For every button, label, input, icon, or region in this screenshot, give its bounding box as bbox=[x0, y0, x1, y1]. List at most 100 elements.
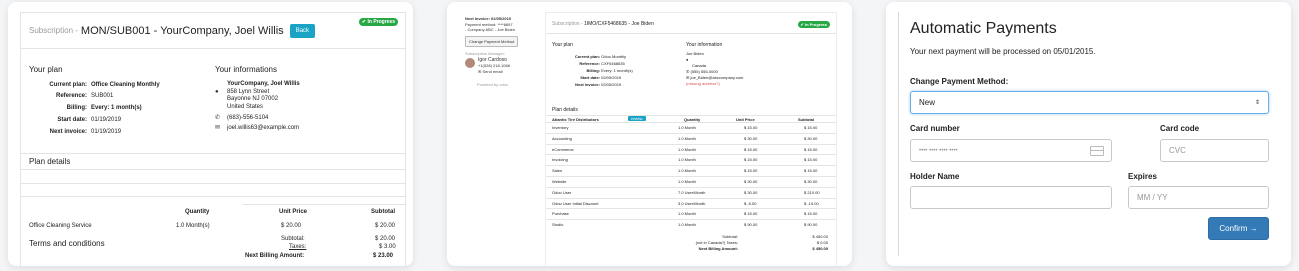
terms-heading: Terms and conditions bbox=[29, 239, 105, 248]
customer-info: YourCompany, Joel Willis ● 858 Lynn Stree… bbox=[215, 81, 300, 131]
table-cell: $ 90.00 bbox=[744, 222, 758, 228]
card-number-input[interactable]: •••• •••• •••• •••• bbox=[910, 139, 1112, 162]
totals-value: $ 450.00 bbox=[812, 234, 828, 239]
info-heading: Your information bbox=[686, 42, 723, 48]
credit-card-icon bbox=[1090, 146, 1104, 156]
card-number-placeholder: •••• •••• •••• •••• bbox=[919, 147, 958, 154]
subscription-card-2: Next Invoice: 02/05/2019 Payment method:… bbox=[447, 2, 852, 266]
table-cell: $ 15.00 bbox=[744, 157, 758, 163]
subscription-card-1: Subscription - MON/SUB001 - YourCompany,… bbox=[8, 2, 413, 266]
divider bbox=[898, 12, 899, 256]
divider bbox=[243, 204, 405, 205]
table-cell: 7.0 User/Month bbox=[678, 189, 706, 195]
customer-info: Joe Biden ● Canada ✆ (555) 555-0000 ✉ jo… bbox=[686, 51, 744, 86]
table-cell: 1.0 Month bbox=[678, 222, 696, 228]
table-cell: $ 30.00 bbox=[744, 189, 758, 195]
plan-details-heading: Plan details bbox=[29, 157, 71, 166]
holder-name-label: Holder Name bbox=[910, 172, 960, 181]
divider bbox=[21, 153, 405, 154]
avatar bbox=[465, 57, 475, 68]
review-button[interactable]: review bbox=[628, 116, 646, 121]
subscription-prefix: Subscription - bbox=[552, 21, 583, 27]
email-link[interactable]: joel.willis63@example.com bbox=[223, 125, 299, 131]
table-cell: 3.0 User/Month bbox=[678, 200, 706, 206]
divider bbox=[21, 196, 405, 197]
card-number-label: Card number bbox=[910, 124, 960, 133]
table-cell: 1.0 Month bbox=[678, 135, 696, 141]
missing-address-warning: (missing address?) bbox=[686, 81, 720, 86]
table-cell: Inventory bbox=[552, 125, 569, 130]
back-button[interactable]: Back bbox=[289, 23, 316, 38]
card-code-input[interactable]: CVC bbox=[1160, 139, 1269, 162]
map-marker-icon: ● bbox=[686, 57, 689, 62]
holder-name-input[interactable] bbox=[910, 186, 1112, 209]
table-cell: $ -5.00 bbox=[744, 200, 757, 206]
divider bbox=[546, 176, 836, 177]
table-cell: $ 15.00 bbox=[804, 157, 818, 163]
totals-value: $ 0.00 bbox=[816, 240, 828, 245]
subscription-main: Subscription - 1IMO/CXF5468635 - Joe Bid… bbox=[545, 12, 837, 266]
payment-method-select[interactable]: New ⇕ bbox=[910, 91, 1269, 114]
change-payment-method-button[interactable]: Change Payment Method bbox=[465, 35, 519, 47]
divider bbox=[546, 197, 836, 199]
plan-row: Current plan: Office Cleaning Monthly bbox=[49, 82, 160, 88]
subscription-sidebar: Next Invoice: 02/05/2019 Payment method:… bbox=[465, 16, 551, 88]
table-cell: $ 30.00 bbox=[804, 179, 818, 184]
table-cell: eCommerce bbox=[552, 146, 574, 152]
divider bbox=[546, 143, 836, 145]
expires-placeholder: MM / YY bbox=[1137, 193, 1168, 202]
confirm-button[interactable]: Confirm → bbox=[1208, 217, 1269, 240]
powered-by: Powered by odoo bbox=[477, 82, 509, 87]
chevron-updown-icon: ⇕ bbox=[1254, 100, 1260, 106]
info-heading: Your informations bbox=[215, 65, 277, 74]
plan-row: Next invoice: 01/19/2019 bbox=[49, 129, 122, 135]
customer-name: YourCompany, Joel Willis bbox=[227, 81, 300, 87]
table-cell: $ 90.00 bbox=[804, 222, 818, 228]
table-cell: 1.0 Month bbox=[678, 125, 696, 130]
expires-label: Expires bbox=[1128, 172, 1157, 181]
subscription-title: MON/SUB001 - YourCompany, Joel Willis bbox=[80, 24, 284, 37]
divider bbox=[546, 122, 836, 123]
table-cell: $ 15.00 bbox=[804, 146, 818, 152]
table-cell: Accounting bbox=[552, 135, 572, 141]
subscription-title: 1IMO/CXF5468635 - Joe Biden bbox=[583, 21, 654, 27]
table-cell: $ 210.00 bbox=[804, 189, 820, 195]
divider bbox=[546, 219, 836, 221]
table-cell: $ 15.00 bbox=[744, 146, 758, 152]
table-cell: 1.0 Month bbox=[678, 157, 696, 163]
totals-label: Next Billing Amount: bbox=[698, 246, 738, 251]
table-cell: Invoicing bbox=[552, 157, 568, 163]
phone-icon: ✆ bbox=[215, 115, 221, 121]
table-header: Quantity bbox=[185, 209, 210, 215]
table-cell: $ 15.00 bbox=[804, 211, 818, 217]
table-cell: $ 30.00 bbox=[744, 135, 758, 141]
change-payment-label: Change Payment Method: bbox=[910, 77, 1009, 86]
table-cell: $ 30.00 bbox=[744, 179, 758, 184]
table-cell: $ -15.00 bbox=[804, 200, 819, 206]
plan-row: Billing: Every: 1 month(s) bbox=[66, 105, 142, 111]
divider bbox=[21, 169, 405, 170]
table-cell: Website bbox=[552, 179, 567, 184]
page-title: Automatic Payments bbox=[910, 20, 1057, 37]
divider bbox=[546, 132, 836, 134]
divider bbox=[546, 208, 836, 210]
card-code-label: Card code bbox=[1160, 124, 1200, 133]
phone-icon: ✆ bbox=[686, 69, 690, 74]
map-marker-icon: ● bbox=[215, 88, 219, 95]
divider bbox=[546, 186, 836, 188]
status-badge: ✔ In Progress bbox=[797, 21, 830, 28]
totals-label: (not in Canada?) Taxes: bbox=[695, 240, 738, 245]
divider bbox=[21, 183, 405, 184]
card-code-placeholder: CVC bbox=[1169, 146, 1186, 155]
table-cell: Studio bbox=[552, 222, 564, 228]
expires-input[interactable]: MM / YY bbox=[1128, 186, 1269, 209]
table-header: Subtotal bbox=[371, 209, 395, 215]
automatic-payments-card: Automatic Payments Your next payment wil… bbox=[886, 2, 1291, 266]
table-cell: $ 15.00 bbox=[744, 168, 758, 174]
manager-label: Subscription Manager: bbox=[465, 51, 506, 56]
send-email-link[interactable]: Send email bbox=[482, 69, 502, 74]
table-cell: $ 15.00 bbox=[744, 125, 758, 130]
plan-rows: Current plan: Odoo Monthly Reference: CX… bbox=[574, 54, 633, 87]
table-cell: $ 30.00 bbox=[804, 135, 818, 141]
table-cell: Purchase bbox=[552, 211, 569, 217]
